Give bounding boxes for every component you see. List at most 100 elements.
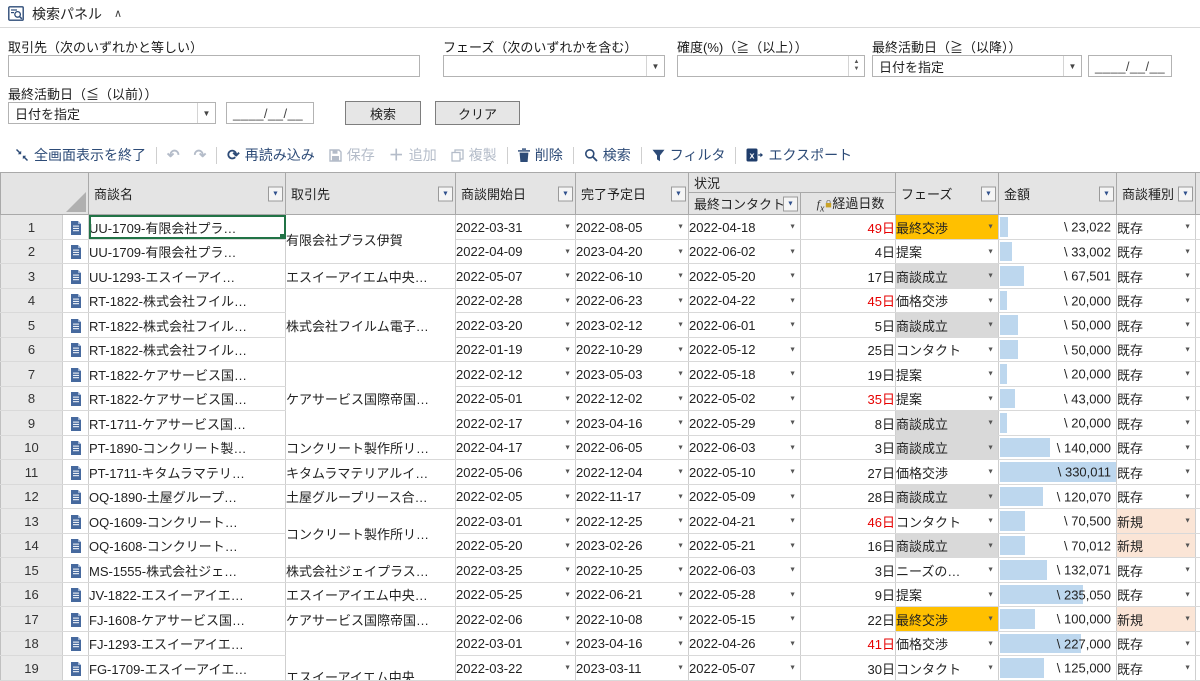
cell-deal-type[interactable]: 既存▼ [1117,484,1196,509]
cell-elapsed-days[interactable]: 5日 [801,313,896,338]
row-number[interactable]: 5 [1,313,63,338]
cell-elapsed-days[interactable]: 3日 [801,558,896,583]
open-record-cell[interactable] [63,460,89,485]
cell-elapsed-days[interactable]: 3日 [801,435,896,460]
row-number[interactable]: 10 [1,435,63,460]
column-header-amount[interactable]: 金額 ▼ [999,173,1117,215]
column-header-deal-type[interactable]: 商談種別 ▼ [1117,173,1196,215]
cell-phase[interactable]: コンタクト▼ [896,509,999,534]
cell-start-date[interactable]: 2022-04-09▼ [456,239,576,264]
cell-client[interactable]: コンクリート製作所リ… [286,435,456,460]
cell-phase[interactable]: 商談成立▼ [896,435,999,460]
cell-phase[interactable]: 最終交渉▼ [896,215,999,240]
cell-end-date[interactable]: 2022-11-17▼ [576,484,689,509]
document-icon[interactable] [70,343,82,357]
cell-end-date[interactable]: 2022-12-02▼ [576,386,689,411]
search-button[interactable]: 検索 [345,101,421,125]
document-icon[interactable] [70,539,82,553]
cell-end-date[interactable]: 2022-12-25▼ [576,509,689,534]
cell-amount[interactable]: \ 120,070 [999,484,1117,509]
cell-amount[interactable]: \ 132,071 [999,558,1117,583]
cell-start-date[interactable]: 2022-02-06▼ [456,607,576,632]
column-header-phase[interactable]: フェーズ ▼ [896,173,999,215]
document-icon[interactable] [70,637,82,651]
cell-elapsed-days[interactable]: 45日 [801,288,896,313]
cell-deal-type[interactable]: 既存▼ [1117,582,1196,607]
cell-client[interactable]: 土屋グループリース合… [286,484,456,509]
cell-deal-name[interactable]: PT-1890-コンクリート製… [89,435,286,460]
cell-last-contact[interactable]: 2022-05-07▼ [689,656,801,681]
cell-phase[interactable]: 商談成立▼ [896,484,999,509]
cell-start-date[interactable]: 2022-05-06▼ [456,460,576,485]
cell-last-contact[interactable]: 2022-06-02▼ [689,239,801,264]
open-record-cell[interactable] [63,264,89,289]
cell-last-contact[interactable]: 2022-05-09▼ [689,484,801,509]
cell-elapsed-days[interactable]: 27日 [801,460,896,485]
row-number[interactable]: 3 [1,264,63,289]
document-icon[interactable] [70,515,82,529]
document-icon[interactable] [70,294,82,308]
cell-phase[interactable]: コンタクト▼ [896,656,999,681]
client-filter-input[interactable] [8,55,420,77]
cell-amount[interactable]: \ 20,000 [999,288,1117,313]
cell-deal-type[interactable]: 既存▼ [1117,313,1196,338]
cell-amount[interactable]: \ 23,022 [999,215,1117,240]
document-icon[interactable] [70,392,82,406]
cell-phase[interactable]: 価格交渉▼ [896,460,999,485]
cell-client[interactable]: ケアサービス国際帝国… [286,362,456,436]
cell-phase[interactable]: 最終交渉▼ [896,607,999,632]
cell-deal-type[interactable]: 既存▼ [1117,337,1196,362]
cell-last-contact[interactable]: 2022-05-02▼ [689,386,801,411]
cell-deal-type[interactable]: 既存▼ [1117,215,1196,240]
document-icon[interactable] [70,441,82,455]
cell-client[interactable]: 有限会社プラス伊賀 [286,215,456,264]
cell-elapsed-days[interactable]: 28日 [801,484,896,509]
search-button-toolbar[interactable]: 検索 [577,145,638,165]
column-header-start-date[interactable]: 商談開始日 ▼ [456,173,576,215]
cell-elapsed-days[interactable]: 41日 [801,631,896,656]
cell-phase[interactable]: 提案▼ [896,386,999,411]
row-number[interactable]: 1 [1,215,63,240]
cell-deal-name[interactable]: OQ-1890-土屋グループ… [89,484,286,509]
row-number[interactable]: 9 [1,411,63,436]
open-record-cell[interactable] [63,484,89,509]
row-number[interactable]: 7 [1,362,63,387]
row-number[interactable]: 4 [1,288,63,313]
cell-deal-type[interactable]: 既存▼ [1117,288,1196,313]
cell-deal-type[interactable]: 既存▼ [1117,411,1196,436]
column-filter-icon[interactable]: ▼ [981,186,996,201]
cell-deal-type[interactable]: 新規▼ [1117,533,1196,558]
column-header-elapsed-days[interactable]: fx経過日数 [801,193,896,215]
cell-amount[interactable]: \ 43,000 [999,386,1117,411]
cell-end-date[interactable]: 2023-05-03▼ [576,362,689,387]
cell-deal-name[interactable]: RT-1711-ケアサービス国… [89,411,286,436]
cell-amount[interactable]: \ 235,050 [999,582,1117,607]
cell-start-date[interactable]: 2022-04-17▼ [456,435,576,460]
cell-phase[interactable]: 提案▼ [896,239,999,264]
column-filter-icon[interactable]: ▼ [558,186,573,201]
column-filter-icon[interactable]: ▼ [1178,186,1193,201]
exit-fullscreen-button[interactable]: 全画面表示を終了 [8,145,153,165]
cell-end-date[interactable]: 2023-04-16▼ [576,411,689,436]
row-number[interactable]: 14 [1,533,63,558]
lastactivity-to-select[interactable]: 日付を指定▼ [8,102,216,124]
row-number[interactable]: 6 [1,337,63,362]
cell-amount[interactable]: \ 33,002 [999,239,1117,264]
row-number[interactable]: 15 [1,558,63,583]
export-button[interactable]: x エクスポート [739,145,859,165]
cell-end-date[interactable]: 2022-12-04▼ [576,460,689,485]
cell-last-contact[interactable]: 2022-04-21▼ [689,509,801,534]
cell-last-contact[interactable]: 2022-05-18▼ [689,362,801,387]
column-header-end-date[interactable]: 完了予定日 ▼ [576,173,689,215]
cell-end-date[interactable]: 2023-02-26▼ [576,533,689,558]
row-number[interactable]: 18 [1,631,63,656]
cell-amount[interactable]: \ 140,000 [999,435,1117,460]
document-icon[interactable] [70,270,82,284]
cell-deal-type[interactable]: 既存▼ [1117,460,1196,485]
cell-deal-name[interactable]: RT-1822-株式会社フイル… [89,288,286,313]
cell-deal-name[interactable]: FJ-1293-エスイーアイエ… [89,631,286,656]
cell-end-date[interactable]: 2022-10-25▼ [576,558,689,583]
lastactivity-to-date-input[interactable]: ____/__/__ [226,102,314,124]
select-all-corner[interactable] [1,173,89,215]
cell-start-date[interactable]: 2022-02-05▼ [456,484,576,509]
